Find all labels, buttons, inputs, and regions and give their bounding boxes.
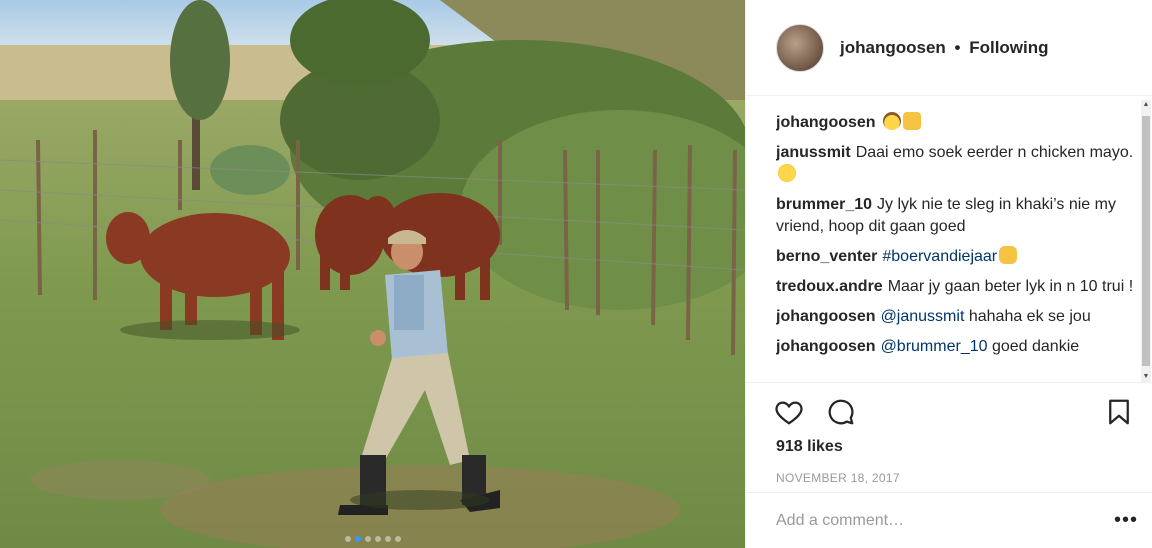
comment-item: johangoosen (776, 112, 1136, 134)
farm-photo-image (0, 0, 745, 548)
more-options-button[interactable]: ••• (1114, 509, 1138, 532)
comment-username[interactable]: johangoosen (776, 308, 876, 325)
carousel-dot[interactable] (364, 536, 371, 542)
comment-text: goed dankie (991, 338, 1080, 355)
comments-list[interactable]: johangoosen janussmit Daai emo soek eerder… (776, 112, 1136, 382)
post-actions: 918 likes NOVEMBER 18, 2017 (746, 382, 1152, 493)
post-date: NOVEMBER 18, 2017 (776, 471, 900, 485)
comment-mention[interactable]: @brummer_10 (881, 338, 988, 355)
header-separator: • (954, 37, 961, 57)
comment-text: Daai emo soek eerder n chicken mayo. (855, 144, 1134, 161)
carousel-dot[interactable] (344, 536, 351, 542)
comment-item: johangoosen @brummer_10 goed dankie (776, 336, 1136, 358)
carousel-dot[interactable] (374, 536, 381, 542)
comment-username[interactable]: janussmit (776, 144, 851, 161)
comment-username[interactable]: tredoux.andre (776, 278, 883, 295)
post-photo[interactable] (0, 0, 745, 548)
laughing-emoji-icon (778, 164, 796, 182)
comment-item: johangoosen @janussmit hahaha ek se jou (776, 306, 1136, 328)
comments-scrollbar[interactable]: ▲ ▼ (1141, 100, 1151, 382)
comment-text: hahaha ek se jou (968, 308, 1091, 325)
add-comment-bar: ••• (746, 492, 1152, 548)
comment-hashtag[interactable]: #boervandiejaar (882, 248, 997, 265)
carousel-dot[interactable] (384, 536, 391, 542)
add-comment-input[interactable] (774, 507, 1098, 535)
comment-mention[interactable]: @janussmit (881, 308, 965, 325)
comment-username[interactable]: johangoosen (776, 114, 876, 131)
scroll-down-arrow-icon[interactable]: ▼ (1141, 372, 1151, 382)
comment-item: brummer_10 Jy lyk nie te sleg in khaki’s … (776, 194, 1136, 238)
comment-username[interactable]: brummer_10 (776, 196, 872, 213)
avatar[interactable] (776, 23, 824, 72)
comment-username[interactable]: johangoosen (776, 338, 876, 355)
ok-hand-emoji-icon (999, 246, 1018, 264)
carousel-dot[interactable] (354, 536, 361, 542)
post-header: johangoosen • Following (746, 0, 1152, 96)
thumbs-up-emoji-icon (902, 112, 921, 130)
comment-item: tredoux.andre Maar jy gaan beter lyk in n… (776, 276, 1136, 298)
carousel-indicator (0, 536, 745, 542)
likes-count[interactable]: 918 likes (776, 438, 843, 456)
comment-username[interactable]: berno_venter (776, 248, 877, 265)
carousel-dot[interactable] (394, 536, 401, 542)
follow-status-button[interactable]: Following (969, 38, 1048, 57)
cowboy-emoji-icon (882, 112, 901, 130)
post-sidebar: johangoosen • Following johangoosen janus… (745, 0, 1152, 548)
scroll-up-arrow-icon[interactable]: ▲ (1141, 100, 1151, 110)
scrollbar-thumb[interactable] (1142, 116, 1150, 366)
comment-icon[interactable] (826, 397, 856, 427)
bookmark-icon[interactable] (1104, 397, 1134, 427)
header-text: johangoosen • Following (840, 38, 1049, 58)
header-username[interactable]: johangoosen (840, 38, 946, 57)
heart-icon[interactable] (774, 397, 804, 427)
comment-text: Maar jy gaan beter lyk in n 10 trui ! (887, 278, 1134, 295)
comment-item: berno_venter #boervandiejaar (776, 246, 1136, 268)
comment-item: janussmit Daai emo soek eerder n chicken … (776, 142, 1136, 186)
